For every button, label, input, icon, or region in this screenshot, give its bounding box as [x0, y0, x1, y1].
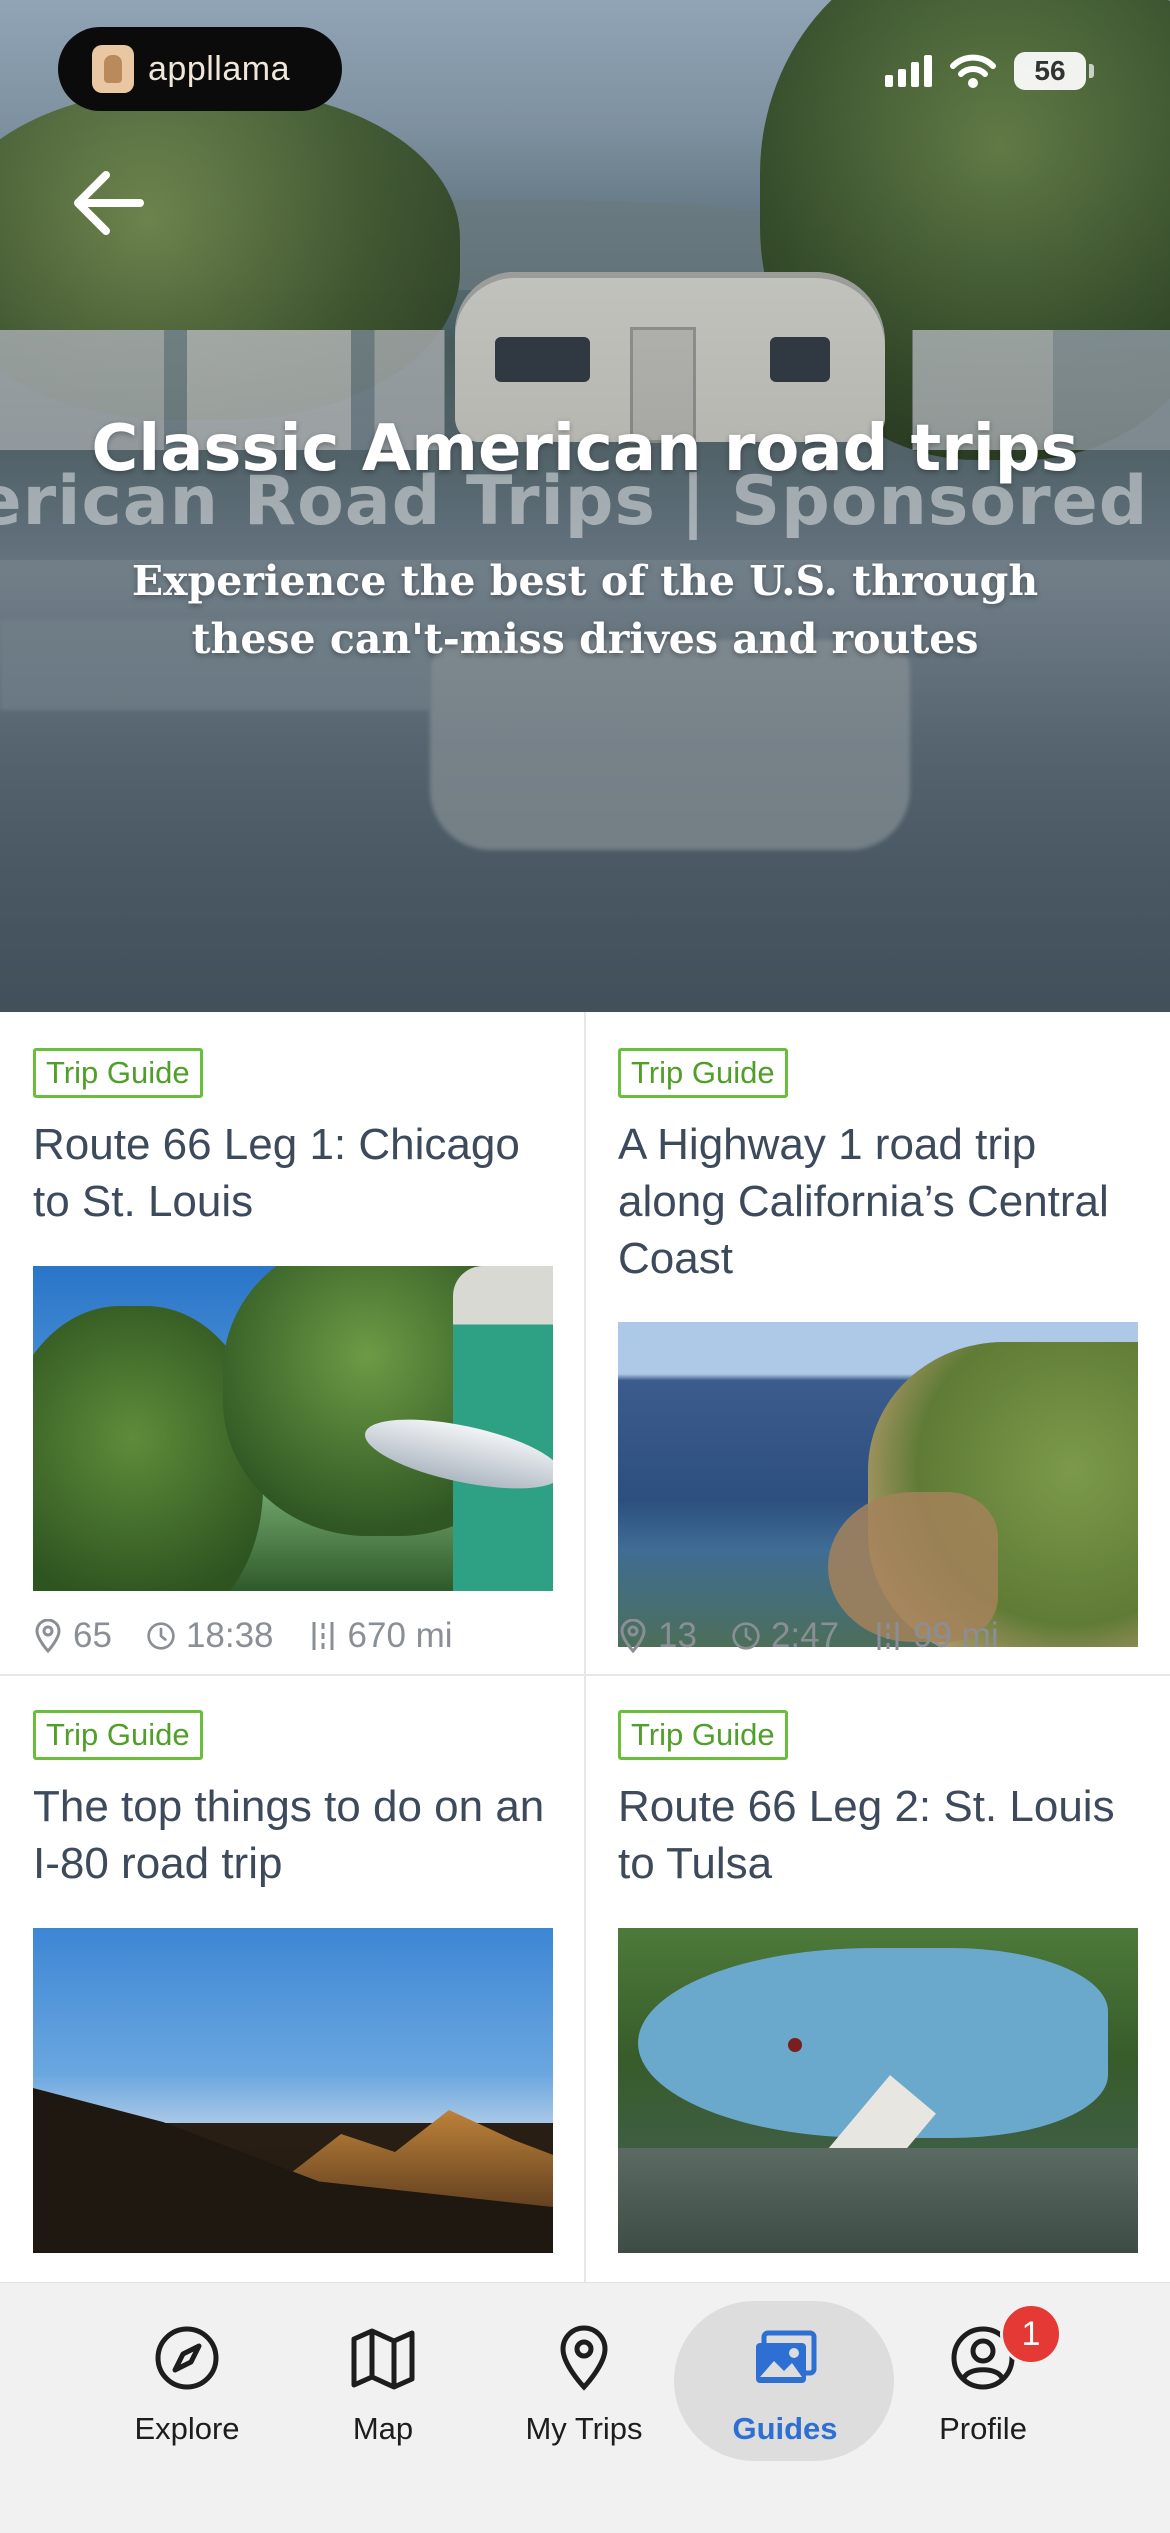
pin-icon	[560, 2325, 608, 2391]
pond	[618, 2148, 1138, 2253]
tab-my-trips[interactable]: My Trips	[489, 2283, 679, 2446]
road-icon	[312, 1622, 334, 1650]
duration: 2:47	[770, 1616, 840, 1655]
hero-banner: American Road Trips | Sponsored by P Cla…	[0, 0, 1170, 1012]
whale-eye	[788, 2038, 802, 2052]
trip-guide-badge: Trip Guide	[618, 1048, 788, 1098]
photos-icon	[756, 2330, 817, 2383]
stop-count: 65	[73, 1616, 112, 1655]
distance: 99 mi	[913, 1616, 999, 1655]
map-icon	[351, 2328, 415, 2390]
guide-title: A Highway 1 road trip along California’s…	[618, 1120, 1109, 1283]
pin-icon	[35, 1619, 61, 1653]
distance: 670 mi	[347, 1616, 453, 1655]
tab-guides[interactable]: Guides	[690, 2283, 880, 2446]
guide-card[interactable]: Trip Guide A Highway 1 road trip along C…	[618, 1048, 1138, 1658]
guide-title: The top things to do on an I-80 road tri…	[33, 1782, 545, 1888]
clock-icon	[147, 1622, 175, 1650]
tab-bar: Explore Map My Trips Guides Profile 1	[0, 2282, 1170, 2533]
battery-icon: 56	[1014, 52, 1094, 90]
guide-card[interactable]: Trip Guide Route 66 Leg 1: Chicago to St…	[33, 1048, 553, 1658]
page-subtitle: Experience the best of the U.S. through …	[131, 557, 1039, 663]
cellular-signal-icon	[885, 55, 932, 87]
guide-card[interactable]: Trip Guide The top things to do on an I-…	[33, 1710, 553, 2282]
tab-map[interactable]: Map	[288, 2283, 478, 2446]
duration: 18:38	[185, 1616, 274, 1655]
tab-label: Explore	[134, 2411, 240, 2446]
road-icon	[877, 1622, 899, 1650]
notification-badge: 1	[1000, 2303, 1062, 2365]
tab-label: My Trips	[525, 2411, 643, 2446]
guide-thumbnail	[33, 1266, 553, 1591]
grid-divider	[584, 1012, 586, 2282]
guide-title: Route 66 Leg 2: St. Louis to Tulsa	[618, 1782, 1115, 1888]
tab-label: Map	[352, 2411, 414, 2446]
tab-label: Profile	[939, 2411, 1027, 2446]
app-name: appllama	[148, 49, 290, 88]
guide-title: Route 66 Leg 1: Chicago to St. Louis	[33, 1120, 520, 1226]
guide-card[interactable]: Trip Guide Route 66 Leg 2: St. Louis to …	[618, 1710, 1138, 2282]
guide-thumbnail	[33, 1928, 553, 2253]
trip-guide-badge: Trip Guide	[618, 1710, 788, 1760]
tab-label: Guides	[732, 2411, 838, 2446]
stop-count: 13	[658, 1616, 697, 1655]
guide-meta: 13 2:47 99 mi	[618, 1616, 999, 1656]
page-title: Classic American road trips	[91, 412, 1079, 486]
back-button[interactable]	[70, 168, 170, 248]
arrow-left-icon	[74, 171, 144, 235]
guide-thumbnail	[618, 1322, 1138, 1647]
tab-explore[interactable]: Explore	[92, 2283, 282, 2446]
clock-icon	[732, 1622, 760, 1650]
status-icons: 56	[885, 52, 1094, 90]
llama-logo-icon	[92, 45, 134, 93]
wifi-icon	[950, 54, 996, 88]
trip-guide-badge: Trip Guide	[33, 1048, 203, 1098]
grid-divider	[0, 1674, 1170, 1676]
compass-icon	[155, 2326, 219, 2390]
app-indicator-pill[interactable]: appllama	[58, 27, 342, 111]
guide-meta: 65 18:38 670 mi	[33, 1616, 453, 1656]
guides-grid: Trip Guide Route 66 Leg 1: Chicago to St…	[0, 1012, 1170, 2282]
pin-icon	[620, 1619, 646, 1653]
trip-guide-badge: Trip Guide	[33, 1710, 203, 1760]
guide-thumbnail	[618, 1928, 1138, 2253]
